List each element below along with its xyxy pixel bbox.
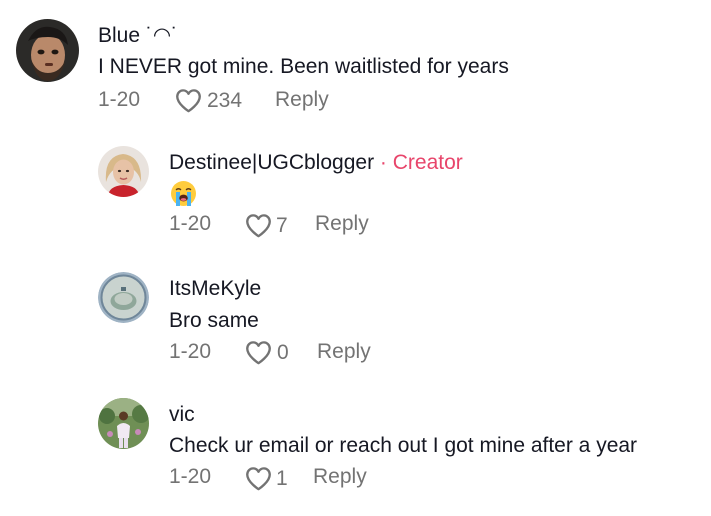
like-count: 1 bbox=[276, 467, 288, 490]
comment-username[interactable]: Destinee|UGCblogger · Creator bbox=[169, 151, 463, 175]
avatar[interactable] bbox=[98, 146, 149, 197]
reply-button[interactable]: Reply bbox=[313, 465, 367, 489]
reply-button[interactable]: Reply bbox=[275, 88, 329, 112]
comment-text: I NEVER got mine. Been waitlisted for ye… bbox=[98, 55, 509, 78]
heart-outline-icon[interactable] bbox=[245, 340, 272, 365]
reply-button[interactable]: Reply bbox=[317, 340, 371, 364]
comment-date: 1-20 bbox=[169, 340, 212, 363]
avatar[interactable] bbox=[98, 398, 149, 449]
avatar[interactable] bbox=[98, 272, 149, 323]
like-count: 0 bbox=[277, 341, 289, 364]
heart-outline-icon[interactable] bbox=[245, 466, 272, 491]
comment-username[interactable]: vic bbox=[169, 403, 195, 427]
comment-date: 1-20 bbox=[169, 212, 212, 235]
loudly-crying-face-emoji bbox=[171, 181, 196, 206]
comment-username[interactable]: ItsMeKyle bbox=[169, 277, 261, 301]
like-count: 234 bbox=[207, 89, 243, 112]
comment-username[interactable]: Blue ˙◠˙ bbox=[98, 24, 178, 48]
comment-text: Bro same bbox=[169, 309, 259, 332]
heart-outline-icon[interactable] bbox=[245, 213, 272, 238]
comment-text: Check ur email or reach out I got mine a… bbox=[169, 434, 638, 457]
reply-button[interactable]: Reply bbox=[315, 212, 369, 236]
avatar[interactable] bbox=[16, 19, 79, 82]
comment-date: 1-20 bbox=[169, 465, 212, 488]
comment-date: 1-20 bbox=[98, 88, 141, 111]
creator-badge: · Creator bbox=[379, 151, 463, 174]
like-count: 7 bbox=[276, 214, 288, 237]
comment-username-text[interactable]: Destinee|UGCblogger bbox=[169, 151, 374, 174]
heart-outline-icon[interactable] bbox=[175, 88, 202, 113]
